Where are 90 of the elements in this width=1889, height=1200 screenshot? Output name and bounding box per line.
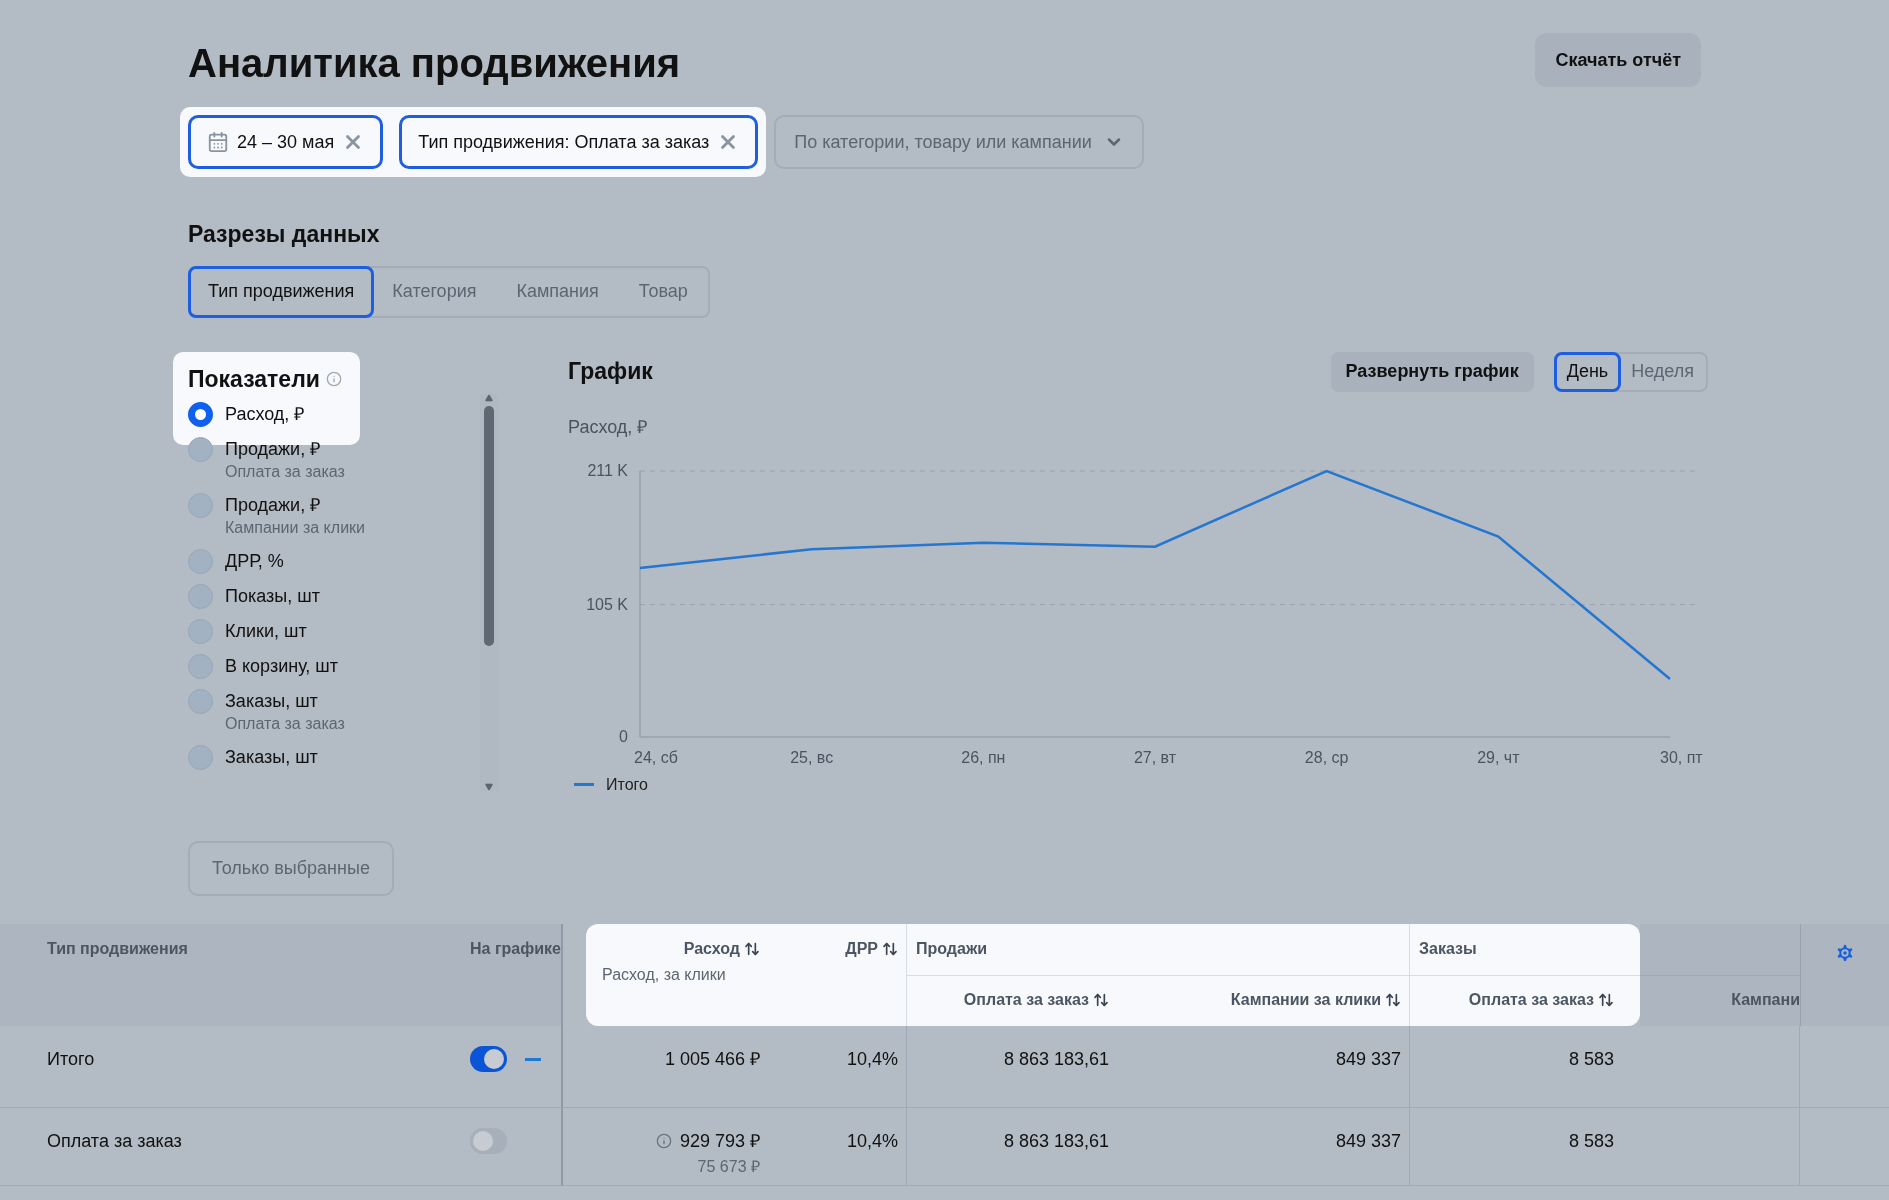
radio-button[interactable] [188,744,213,770]
axis-title: Расход, ₽ [568,415,648,439]
tab[interactable]: Тип продвижения [188,265,375,318]
tick-label: 28, ср [1304,748,1349,766]
metric-label: Клики, шт [225,619,307,643]
radio-button[interactable] [188,548,213,574]
period-option[interactable]: День [1553,351,1622,392]
tick-label: 0 [619,727,628,745]
column-header: Кампани [1640,975,1800,1026]
sort-icon[interactable] [882,941,898,958]
column-header: Тип продвижения [0,923,470,1026]
metric-label: Показы, шт [225,584,320,608]
sort-icon[interactable] [1093,992,1109,1009]
line-legend-swatch [525,1057,541,1061]
toggle-switch[interactable] [470,1127,508,1154]
sort-icon[interactable] [1385,992,1401,1009]
tick-label: 25, вс [790,748,834,766]
dropdown-placeholder: По категории, товару или кампании [794,130,1092,154]
metric-label: Продажи, ₽ [225,493,322,517]
expand-chart-button[interactable]: Развернуть график [1330,351,1534,392]
tick-label: 24, сб [634,748,678,766]
column-header: Оплата за заказ [907,975,1125,1026]
table-cell-text: 929 793 ₽ [679,1129,760,1153]
column-header: ДРР [775,923,907,1026]
filter-label: Тип продвижения: Оплата за заказ [418,130,710,154]
metric-option[interactable]: Продажи, ₽ Оплата за заказ [188,436,480,483]
table-cell: 8 583 [1410,1107,1640,1186]
metric-option[interactable]: Показы, шт [188,583,480,609]
column-group-header: Продажи [907,923,1410,976]
table-cell: 10,4% [775,1025,907,1108]
metric-label: Заказы, шт [225,745,318,769]
tick-label: 105 K [586,595,628,613]
metric-sublabel: Кампании за клики [225,517,365,538]
legend-label: Итого [606,774,648,795]
tick-label: 29, чт [1477,748,1520,766]
column-header: Расход Расход, за клики [586,923,775,1026]
panel-title: Показатели [188,364,320,394]
table-cell: 849 337 [1125,1025,1410,1108]
column-header: На графике [470,923,563,1026]
section-title: Разрезы данных [188,220,380,249]
metric-label: Заказы, шт [225,689,319,713]
sort-icon[interactable] [1598,992,1614,1009]
metric-option[interactable]: ДРР, % [188,548,480,574]
column-header: Кампании за клики [1125,975,1410,1026]
column-group-header: Заказы [1410,923,1640,976]
scroll-down-icon[interactable] [484,782,494,791]
tick-label: 211 K [587,461,628,479]
radio-button[interactable] [188,618,213,644]
metric-sublabel: Оплата за заказ [225,713,345,734]
table-cell: Итого [0,1025,470,1108]
table-cell: 849 337 [1125,1107,1410,1186]
metric-sublabel: Оплата за заказ [225,461,345,482]
page-title: Аналитика продвижения [188,40,681,87]
metric-label: В корзину, шт [225,654,339,678]
radio-button[interactable] [188,653,213,679]
tick-label: 27, вт [1133,748,1177,766]
metric-label: Продажи, ₽ [225,437,322,461]
download-button[interactable]: Скачать отчёт [1535,33,1701,87]
filter-label: 24 – 30 мая [237,130,335,154]
metric-label: Расход, ₽ [225,402,305,426]
tick-label: 26, пн [961,748,1006,766]
radio-button[interactable] [188,688,213,714]
table-cell: Оплата за заказ [0,1107,470,1186]
info-icon [325,370,342,387]
metric-option[interactable]: Продажи, ₽ Кампании за клики [188,492,480,539]
column-subheader: Расход, за клики [601,964,727,985]
sort-icon[interactable] [744,941,760,958]
panel-title: График [568,357,653,387]
column-header: Оплата за заказ [1410,975,1640,1026]
metric-option[interactable]: Заказы, шт Оплата за заказ [188,688,480,735]
table-cell-text: 1 005 466 ₽ [664,1047,760,1071]
metric-option[interactable]: Заказы, шт [188,744,480,770]
radio-button[interactable] [188,492,213,518]
toggle-switch[interactable] [470,1045,508,1072]
settings-icon[interactable] [1834,941,1856,964]
metric-option[interactable]: В корзину, шт [188,653,480,679]
scroll-up-icon[interactable] [484,393,494,402]
filter-chip[interactable]: 24 – 30 мая [188,115,384,169]
filter-chip[interactable]: Тип продвижения: Оплата за заказ [399,115,759,169]
calendar-icon [207,131,229,153]
tick-label: 30, пт [1660,748,1703,766]
metric-label: ДРР, % [225,549,284,573]
table-cell: 8 583 [1410,1025,1640,1108]
table-cell: 10,4% [775,1107,907,1186]
table-cell: 8 863 183,61 [907,1107,1125,1186]
table-cell: 8 863 183,61 [907,1025,1125,1108]
metric-option[interactable]: Клики, шт [188,618,480,644]
radio-button[interactable] [188,583,213,609]
table-cell-text: 75 673 ₽ [697,1156,760,1177]
metric-option[interactable]: Расход, ₽ [188,401,480,427]
